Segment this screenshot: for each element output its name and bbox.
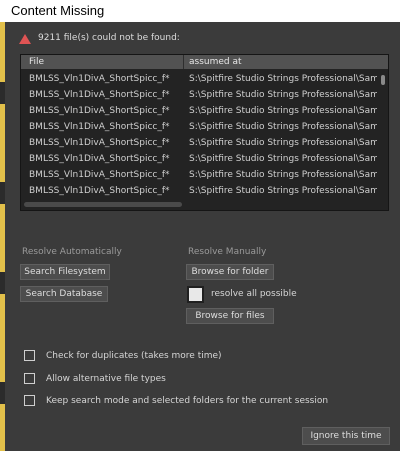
warning-triangle-icon — [19, 34, 31, 44]
horizontal-scrollbar[interactable] — [24, 202, 182, 207]
content-missing-dialog: 9211 file(s) could not be found: File as… — [5, 22, 400, 451]
table-row[interactable]: BMLSS_Vln1DivA_ShortSpicc_f* S:\Spitfire … — [21, 71, 381, 87]
browse-for-files-button[interactable]: Browse for files — [186, 308, 274, 324]
allow-alternative-types-checkbox[interactable] — [24, 373, 35, 384]
table-row[interactable]: BMLSS_Vln1DivA_ShortSpicc_f* S:\Spitfire … — [21, 135, 381, 151]
file-name-cell: BMLSS_Vln1DivA_ShortSpicc_f* — [29, 122, 170, 132]
file-name-cell: BMLSS_Vln1DivA_ShortSpicc_f* — [29, 170, 170, 180]
assumed-path-cell: S:\Spitfire Studio Strings Professional\… — [189, 154, 377, 164]
check-duplicates-label: Check for duplicates (takes more time) — [46, 351, 222, 361]
assumed-path-cell: S:\Spitfire Studio Strings Professional\… — [189, 74, 377, 84]
column-header-file[interactable]: File — [29, 57, 44, 67]
file-name-cell: BMLSS_Vln1DivA_ShortSpicc_f* — [29, 186, 170, 196]
table-header: File assumed at — [21, 55, 388, 69]
table-row[interactable]: BMLSS_Vln1DivA_ShortSpicc_f* S:\Spitfire … — [21, 151, 381, 167]
browse-for-folder-button[interactable]: Browse for folder — [186, 264, 274, 280]
assumed-path-cell: S:\Spitfire Studio Strings Professional\… — [189, 90, 377, 100]
check-duplicates-checkbox[interactable] — [24, 350, 35, 361]
vertical-scrollbar[interactable] — [381, 75, 385, 85]
column-divider[interactable] — [183, 55, 184, 69]
table-row[interactable]: BMLSS_Vln1DivA_ShortSpicc_f* S:\Spitfire … — [21, 103, 381, 119]
file-name-cell: BMLSS_Vln1DivA_ShortSpicc_f* — [29, 138, 170, 148]
keep-search-mode-checkbox[interactable] — [24, 395, 35, 406]
window-title: Content Missing — [11, 3, 105, 18]
resolve-all-checkbox[interactable] — [189, 288, 202, 301]
ignore-this-time-button[interactable]: Ignore this time — [302, 427, 390, 445]
column-header-assumed-at[interactable]: assumed at — [189, 57, 242, 67]
search-filesystem-button[interactable]: Search Filesystem — [20, 264, 110, 280]
file-name-cell: BMLSS_Vln1DivA_ShortSpicc_f* — [29, 90, 170, 100]
table-row[interactable]: BMLSS_Vln1DivA_ShortSpicc_f* S:\Spitfire … — [21, 183, 381, 199]
allow-alternative-types-label: Allow alternative file types — [46, 374, 166, 384]
file-name-cell: BMLSS_Vln1DivA_ShortSpicc_f* — [29, 74, 170, 84]
missing-files-message: 9211 file(s) could not be found: — [38, 33, 180, 43]
search-database-button[interactable]: Search Database — [20, 286, 108, 302]
table-row[interactable]: BMLSS_Vln1DivA_ShortSpicc_f* S:\Spitfire … — [21, 87, 381, 103]
assumed-path-cell: S:\Spitfire Studio Strings Professional\… — [189, 122, 377, 132]
assumed-path-cell: S:\Spitfire Studio Strings Professional\… — [189, 170, 377, 180]
keep-search-mode-label: Keep search mode and selected folders fo… — [46, 396, 329, 406]
assumed-path-cell: S:\Spitfire Studio Strings Professional\… — [189, 106, 377, 116]
assumed-path-cell: S:\Spitfire Studio Strings Professional\… — [189, 186, 377, 196]
table-row[interactable]: BMLSS_Vln1DivA_ShortSpicc_f* S:\Spitfire … — [21, 167, 381, 183]
resolve-all-label: resolve all possible — [211, 289, 297, 299]
resolve-automatically-label: Resolve Automatically — [22, 247, 122, 257]
resolve-manually-label: Resolve Manually — [188, 247, 267, 257]
table-row[interactable]: BMLSS_Vln1DivA_ShortSpicc_f* S:\Spitfire … — [21, 119, 381, 135]
resolve-all-checkbox-wrap[interactable] — [187, 286, 204, 303]
file-name-cell: BMLSS_Vln1DivA_ShortSpicc_f* — [29, 154, 170, 164]
table-body: BMLSS_Vln1DivA_ShortSpicc_f* S:\Spitfire … — [21, 71, 381, 199]
file-name-cell: BMLSS_Vln1DivA_ShortSpicc_f* — [29, 106, 170, 116]
missing-files-table: File assumed at BMLSS_Vln1DivA_ShortSpic… — [20, 54, 389, 211]
assumed-path-cell: S:\Spitfire Studio Strings Professional\… — [189, 138, 377, 148]
window-titlebar[interactable]: Content Missing — [0, 0, 400, 22]
